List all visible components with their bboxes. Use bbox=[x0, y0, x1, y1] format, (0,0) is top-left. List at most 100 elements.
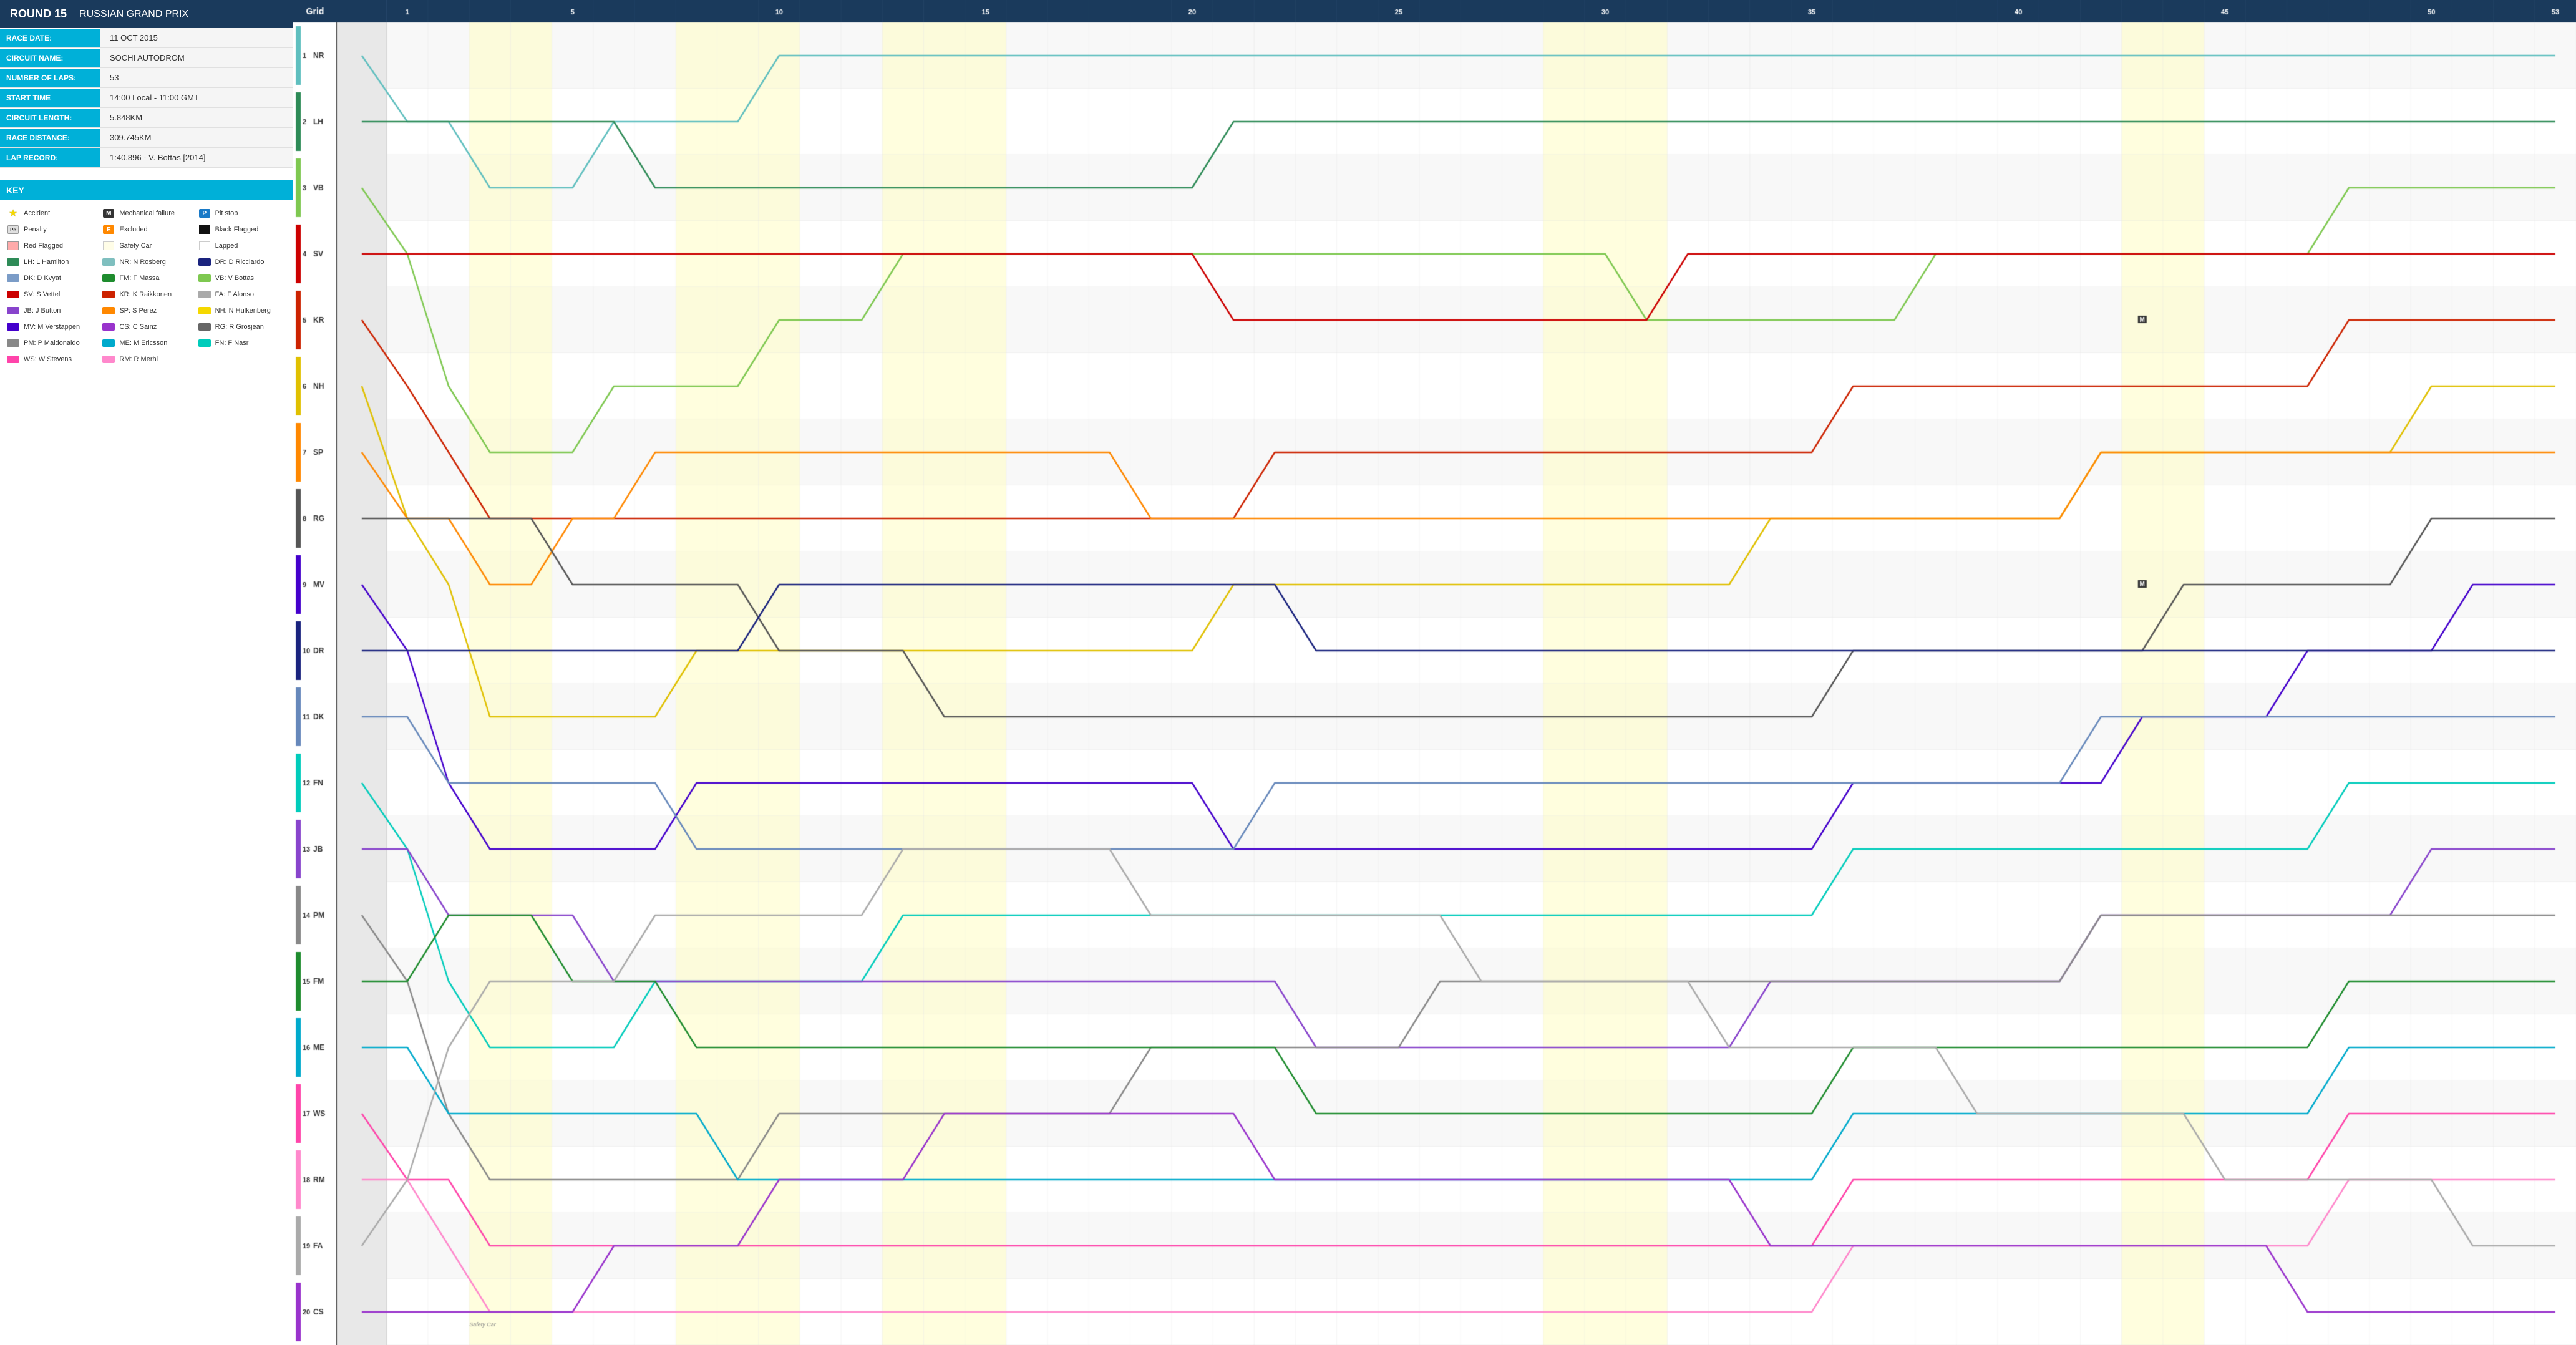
key-text: CS: C Sainz bbox=[119, 323, 157, 331]
safety-car-icon bbox=[102, 240, 115, 251]
key-item: RG: R Grosjean bbox=[198, 320, 287, 334]
key-item: LH: L Hamilton bbox=[6, 255, 95, 269]
key-item: CS: C Sainz bbox=[102, 320, 191, 334]
info-row: CIRCUIT LENGTH:5.848KM bbox=[0, 108, 293, 128]
key-text: Safety Car bbox=[119, 242, 152, 250]
color-swatch bbox=[198, 273, 211, 284]
left-panel: ROUND 15 RUSSIAN GRAND PRIX RACE DATE:11… bbox=[0, 0, 293, 1345]
e-icon: E bbox=[102, 224, 115, 235]
key-item: FM: F Massa bbox=[102, 271, 191, 285]
m-icon: M bbox=[102, 208, 115, 219]
key-text: WS: W Stevens bbox=[24, 356, 72, 363]
key-item: JB: J Button bbox=[6, 304, 95, 318]
key-item: SP: S Perez bbox=[102, 304, 191, 318]
key-text: LH: L Hamilton bbox=[24, 258, 69, 266]
lap-chart bbox=[293, 0, 2576, 1345]
key-text: Mechanical failure bbox=[119, 210, 175, 217]
key-text: SV: S Vettel bbox=[24, 291, 60, 298]
lapped-icon bbox=[198, 240, 211, 251]
key-text: Black Flagged bbox=[215, 226, 259, 233]
key-text: Pit stop bbox=[215, 210, 238, 217]
color-swatch bbox=[102, 273, 115, 284]
info-value: SOCHI AUTODROM bbox=[100, 48, 293, 67]
key-grid: ★AccidentMMechanical failurePPit stopPeP… bbox=[0, 200, 293, 372]
key-item: WS: W Stevens bbox=[6, 352, 95, 366]
info-label: CIRCUIT NAME: bbox=[0, 49, 100, 67]
key-text: Lapped bbox=[215, 242, 238, 250]
key-text: JB: J Button bbox=[24, 307, 61, 314]
color-swatch bbox=[102, 337, 115, 349]
info-row: NUMBER OF LAPS:53 bbox=[0, 68, 293, 88]
key-item: RM: R Merhi bbox=[102, 352, 191, 366]
info-value: 5.848KM bbox=[100, 108, 293, 127]
color-swatch bbox=[198, 337, 211, 349]
key-text: MV: M Verstappen bbox=[24, 323, 80, 331]
key-item: Pe Penalty bbox=[6, 223, 95, 236]
info-row: START TIME14:00 Local - 11:00 GMT bbox=[0, 88, 293, 108]
key-text: Red Flagged bbox=[24, 242, 63, 250]
key-text: VB: V Bottas bbox=[215, 274, 254, 282]
info-label: RACE DATE: bbox=[0, 29, 100, 47]
color-swatch bbox=[6, 337, 20, 349]
info-label: CIRCUIT LENGTH: bbox=[0, 109, 100, 127]
star-icon: ★ bbox=[6, 208, 20, 219]
color-swatch bbox=[198, 256, 211, 268]
key-text: Accident bbox=[24, 210, 50, 217]
key-item: FA: F Alonso bbox=[198, 288, 287, 301]
color-swatch bbox=[6, 256, 20, 268]
key-item: SV: S Vettel bbox=[6, 288, 95, 301]
key-text: FN: F Nasr bbox=[215, 339, 249, 347]
key-item: P Pit stop bbox=[198, 206, 287, 220]
color-swatch bbox=[102, 305, 115, 316]
key-item: PM: P Maldonaldo bbox=[6, 336, 95, 350]
key-text: Penalty bbox=[24, 226, 47, 233]
info-value: 11 OCT 2015 bbox=[100, 28, 293, 47]
key-item: MV: M Verstappen bbox=[6, 320, 95, 334]
key-text: ME: M Ericsson bbox=[119, 339, 167, 347]
key-item: Safety Car bbox=[102, 239, 191, 253]
color-swatch bbox=[6, 289, 20, 300]
color-swatch bbox=[6, 305, 20, 316]
key-text: NH: N Hulkenberg bbox=[215, 307, 271, 314]
info-label: NUMBER OF LAPS: bbox=[0, 69, 100, 87]
color-swatch bbox=[102, 256, 115, 268]
key-item: DR: D Ricciardo bbox=[198, 255, 287, 269]
key-text: PM: P Maldonaldo bbox=[24, 339, 80, 347]
key-item: ME: M Ericsson bbox=[102, 336, 191, 350]
color-swatch bbox=[6, 273, 20, 284]
key-text: KR: K Raikkonen bbox=[119, 291, 172, 298]
info-row: RACE DATE:11 OCT 2015 bbox=[0, 28, 293, 48]
info-label: RACE DISTANCE: bbox=[0, 129, 100, 147]
info-label: START TIME bbox=[0, 89, 100, 107]
p-icon: P bbox=[198, 208, 211, 219]
color-swatch bbox=[6, 354, 20, 365]
info-value: 14:00 Local - 11:00 GMT bbox=[100, 88, 293, 107]
key-section: KEY ★ Accident M Mechanical failure P Pit sto… bbox=[0, 180, 293, 372]
key-text: RM: R Merhi bbox=[119, 356, 158, 363]
black-flag-icon bbox=[198, 224, 211, 235]
color-swatch bbox=[198, 289, 211, 300]
color-swatch bbox=[102, 289, 115, 300]
info-row: LAP RECORD:1:40.896 - V. Bottas [2014] bbox=[0, 148, 293, 168]
key-item: FN: F Nasr bbox=[198, 336, 287, 350]
key-item: E Excluded bbox=[102, 223, 191, 236]
key-item: Black Flagged bbox=[198, 223, 287, 236]
key-text: SP: S Perez bbox=[119, 307, 157, 314]
key-item: Red Flagged bbox=[6, 239, 95, 253]
color-swatch bbox=[102, 354, 115, 365]
info-section: RACE DATE:11 OCT 2015CIRCUIT NAME:SOCHI … bbox=[0, 28, 293, 168]
info-label: LAP RECORD: bbox=[0, 148, 100, 167]
info-value: 1:40.896 - V. Bottas [2014] bbox=[100, 148, 293, 167]
key-header: KEY bbox=[0, 180, 293, 200]
key-item: NR: N Rosberg bbox=[102, 255, 191, 269]
round-header: ROUND 15 RUSSIAN GRAND PRIX bbox=[0, 0, 293, 28]
color-swatch bbox=[102, 321, 115, 333]
key-item: Lapped bbox=[198, 239, 287, 253]
info-value: 309.745KM bbox=[100, 128, 293, 147]
pe-icon: Pe bbox=[6, 224, 20, 235]
right-panel[interactable] bbox=[293, 0, 2576, 1345]
key-text: NR: N Rosberg bbox=[119, 258, 166, 266]
key-item: DK: D Kvyat bbox=[6, 271, 95, 285]
key-text: DK: D Kvyat bbox=[24, 274, 61, 282]
key-text: Excluded bbox=[119, 226, 147, 233]
